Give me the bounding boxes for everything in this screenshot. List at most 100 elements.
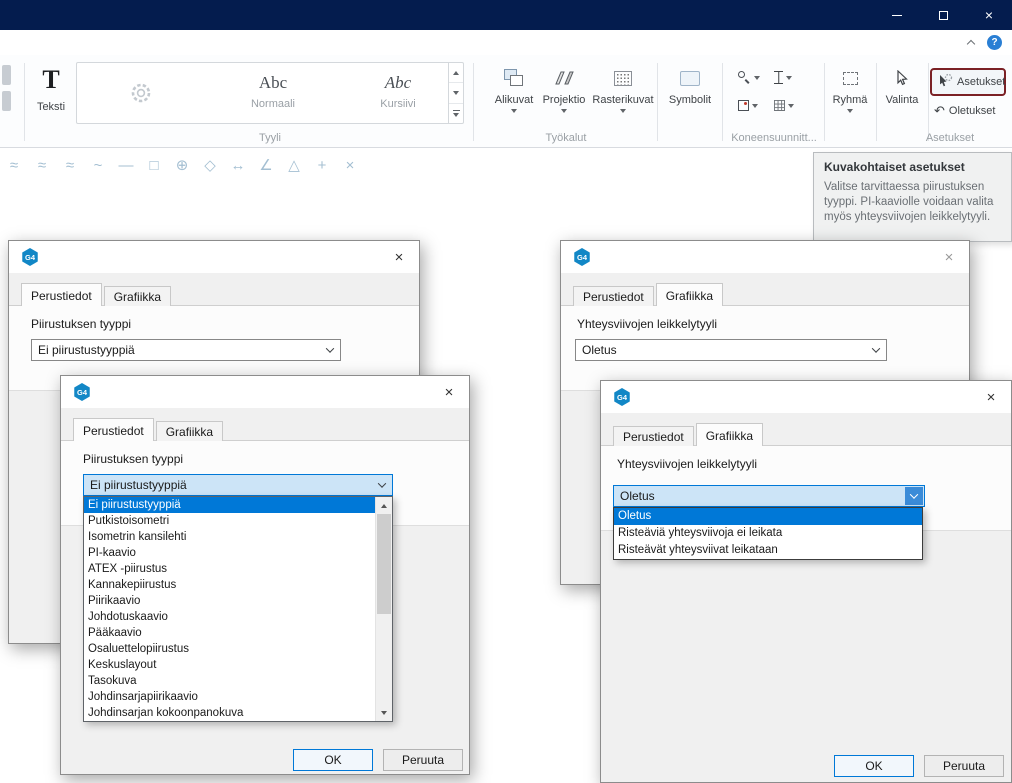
chevron-down-icon[interactable] [905, 487, 923, 505]
valinta-button[interactable]: Valinta [878, 62, 926, 138]
dropdown-option[interactable]: Johdinsarjan kokoonpanokuva [84, 705, 375, 721]
gallery-scroll-down[interactable] [449, 83, 463, 103]
dropdown-option[interactable]: ATEX -piirustus [84, 561, 375, 577]
symbolit-button[interactable]: Symbolit [661, 62, 719, 138]
minimize-button[interactable] [874, 0, 920, 30]
group-label-asetukset: Asetukset [914, 132, 986, 144]
machine-design-grid-button[interactable] [774, 100, 794, 111]
dropdown-option[interactable]: Keskuslayout [84, 657, 375, 673]
asetukset-button-highlighted[interactable]: Asetukset [930, 68, 1006, 96]
tab-grafiikka[interactable]: Grafiikka [696, 423, 763, 446]
ok-button[interactable]: OK [834, 755, 914, 777]
dialog-titlebar[interactable]: G4 × [61, 376, 469, 408]
drawing-tool-icon[interactable]: ↔ [226, 152, 250, 178]
dropdown-option[interactable]: PI-kaavio [84, 545, 375, 561]
g4-app-icon: G4 [21, 248, 39, 266]
drawing-tool-icon[interactable]: ≈ [58, 152, 82, 178]
dropdown-option[interactable]: Risteävät yhteysviivat leikataan [614, 542, 922, 559]
dropdown-option[interactable]: Oletus [614, 508, 922, 525]
cancel-button[interactable]: Peruuta [383, 749, 463, 771]
drawing-tool-icon[interactable]: ≈ [2, 152, 26, 178]
line-break-style-combobox-open[interactable]: Oletus [613, 485, 925, 507]
help-icon[interactable]: ? [987, 35, 1002, 50]
dialog-titlebar[interactable]: G4 × [9, 241, 419, 273]
drawing-tool-icon[interactable]: ≈ [30, 152, 54, 178]
dialog-close-button[interactable]: × [379, 241, 419, 273]
drawing-tool-icon[interactable]: + [310, 152, 334, 178]
dropdown-option[interactable]: Kannakepiirustus [84, 577, 375, 593]
chevron-down-icon[interactable] [373, 476, 391, 494]
maximize-button[interactable] [920, 0, 966, 30]
dropdown-option[interactable]: Osaluettelopiirustus [84, 641, 375, 657]
dialog-close-button[interactable]: × [429, 376, 469, 408]
drawing-tool-icon[interactable]: ⊕ [170, 152, 194, 178]
dialog-graphics-front: G4 × Perustiedot Grafiikka Yhteysviivoje… [600, 380, 1012, 783]
dropdown-option[interactable]: Tasokuva [84, 673, 375, 689]
gallery-scroll-up[interactable] [449, 63, 463, 83]
close-button[interactable]: × [966, 0, 1012, 30]
machine-design-zoom-button[interactable] [738, 71, 760, 84]
grid-icon [774, 100, 785, 111]
collapse-ribbon-icon[interactable] [967, 40, 975, 48]
gallery-more-button[interactable] [449, 104, 463, 123]
pointer-gear-icon [937, 73, 953, 92]
style-italic[interactable]: Abc Kursiivi [338, 63, 458, 123]
style-normal[interactable]: Abc Normaali [213, 63, 333, 123]
g4-app-icon: G4 [73, 383, 91, 401]
dropdown-option[interactable]: Pääkaavio [84, 625, 375, 641]
machine-design-text-button[interactable] [774, 71, 792, 84]
dropdown-option[interactable]: Putkistoisometri [84, 513, 375, 529]
cancel-button[interactable]: Peruuta [924, 755, 1004, 777]
machine-design-marker-button[interactable] [738, 100, 758, 111]
dialog-titlebar[interactable]: G4 × [561, 241, 969, 273]
combobox-value: Oletus [582, 343, 617, 357]
ryhma-button[interactable]: Ryhmä [826, 62, 874, 138]
dropdown-option[interactable]: Piirikaavio [84, 593, 375, 609]
dropdown-option[interactable]: Risteäviä yhteysviivoja ei leikata [614, 525, 922, 542]
scroll-up-icon[interactable] [376, 497, 392, 514]
alikuvat-button[interactable]: Alikuvat [487, 62, 541, 138]
marker-icon [738, 100, 749, 111]
drawing-tool-icon[interactable]: ◇ [198, 152, 222, 178]
drawing-type-combobox[interactable]: Ei piirustustyyppiä [31, 339, 341, 361]
drawing-type-combobox-open[interactable]: Ei piirustustyyppiä [83, 474, 393, 496]
tab-grafiikka[interactable]: Grafiikka [156, 421, 223, 441]
ribbon: T Teksti Abc Normaali Abc Kursiivi Tyyli… [0, 55, 1012, 148]
drawing-tool-icon[interactable]: ∠ [254, 152, 278, 178]
combobox-value: Ei piirustustyyppiä [38, 343, 135, 357]
chevron-down-icon[interactable] [321, 341, 339, 359]
tab-perustiedot[interactable]: Perustiedot [73, 418, 154, 441]
scroll-down-icon[interactable] [376, 704, 392, 721]
drawing-tool-icon[interactable]: △ [282, 152, 306, 178]
dropdown-option[interactable]: Johdotuskaavio [84, 609, 375, 625]
drawing-toolbar: ≈ ≈ ≈ ~ — □ ⊕ ◇ ↔ ∠ △ + × [2, 152, 366, 180]
tab-perustiedot[interactable]: Perustiedot [573, 286, 654, 306]
tab-grafiikka[interactable]: Grafiikka [104, 286, 171, 306]
dialog-close-button[interactable]: × [971, 381, 1011, 413]
drawing-tool-icon[interactable]: — [114, 152, 138, 178]
drawing-tool-icon[interactable]: □ [142, 152, 166, 178]
valinta-label: Valinta [886, 94, 919, 106]
dropdown-option[interactable]: Isometrin kansilehti [84, 529, 375, 545]
oletukset-button[interactable]: ↶ Oletukset [934, 104, 995, 117]
tab-perustiedot[interactable]: Perustiedot [613, 426, 694, 446]
drawing-tool-icon[interactable]: ~ [86, 152, 110, 178]
dropdown-option[interactable]: Ei piirustustyyppiä [84, 497, 375, 513]
dropdown-arrow-icon [754, 76, 760, 80]
chevron-down-icon[interactable] [867, 341, 885, 359]
ibeam-icon [774, 71, 783, 84]
tab-grafiikka[interactable]: Grafiikka [656, 283, 723, 306]
projektio-button[interactable]: Projektio [537, 62, 591, 138]
ok-button[interactable]: OK [293, 749, 373, 771]
dialog-close-button[interactable]: × [929, 241, 969, 273]
drawing-tool-icon[interactable]: × [338, 152, 362, 178]
group-selection-icon [826, 62, 874, 94]
dropdown-option[interactable]: Johdinsarjapiirikaavio [84, 689, 375, 705]
line-break-style-combobox[interactable]: Oletus [575, 339, 887, 361]
rasterikuvat-button[interactable]: Rasterikuvat [592, 62, 654, 138]
teksti-button[interactable]: T Teksti [30, 63, 72, 135]
scrollbar-thumb[interactable] [377, 514, 391, 614]
tab-perustiedot[interactable]: Perustiedot [21, 283, 102, 306]
scrollbar[interactable] [375, 497, 392, 721]
dialog-titlebar[interactable]: G4 × [601, 381, 1011, 413]
